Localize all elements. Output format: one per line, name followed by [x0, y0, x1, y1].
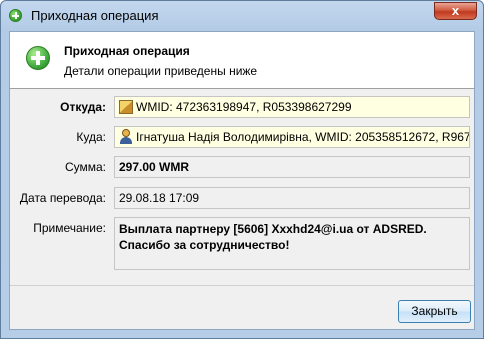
amount-field[interactable]: 297.00 WMR	[114, 156, 470, 178]
footer-divider	[10, 285, 474, 286]
to-field[interactable]: Ігнатуша Надія Володимирівна, WMID: 2053…	[114, 126, 470, 148]
date-label: Дата перевода:	[19, 191, 106, 205]
green-plus-icon	[9, 9, 22, 22]
amount-value: 297.00 WMR	[119, 160, 190, 174]
to-value: Ігнатуша Надія Володимирівна, WMID: 2053…	[136, 130, 470, 144]
from-field[interactable]: WMID: 472363198947, R053398627299	[114, 96, 470, 118]
note-value: Выплата партнеру [5606] Xxxhd24@i.ua от …	[119, 222, 427, 252]
from-value: WMID: 472363198947, R053398627299	[136, 100, 352, 114]
date-value: 29.08.18 17:09	[119, 191, 200, 205]
header-subtitle: Детали операции приведены ниже	[64, 64, 258, 78]
close-button[interactable]: Закрыть	[398, 300, 471, 323]
green-plus-icon	[26, 46, 50, 70]
amount-label: Сумма:	[64, 160, 106, 174]
dialog-body: Приходная операция Детали операции приве…	[9, 31, 475, 330]
close-icon: x	[451, 3, 460, 18]
person-icon	[119, 129, 133, 144]
title-bar[interactable]: Приходная операция x	[1, 1, 483, 31]
date-field[interactable]: 29.08.18 17:09	[114, 187, 470, 209]
dialog-header: Приходная операция Детали операции приве…	[10, 32, 474, 89]
window-title: Приходная операция	[31, 8, 159, 23]
note-field[interactable]: Выплата партнеру [5606] Xxxhd24@i.ua от …	[114, 217, 470, 270]
wallet-icon	[119, 100, 133, 114]
note-label: Примечание:	[33, 221, 106, 235]
from-label: Откуда:	[60, 100, 106, 114]
dialog-window: Приходная операция x Приходная операция …	[0, 0, 484, 339]
to-label: Куда:	[76, 130, 106, 144]
header-title: Приходная операция	[64, 44, 190, 58]
window-close-button[interactable]: x	[434, 2, 477, 20]
